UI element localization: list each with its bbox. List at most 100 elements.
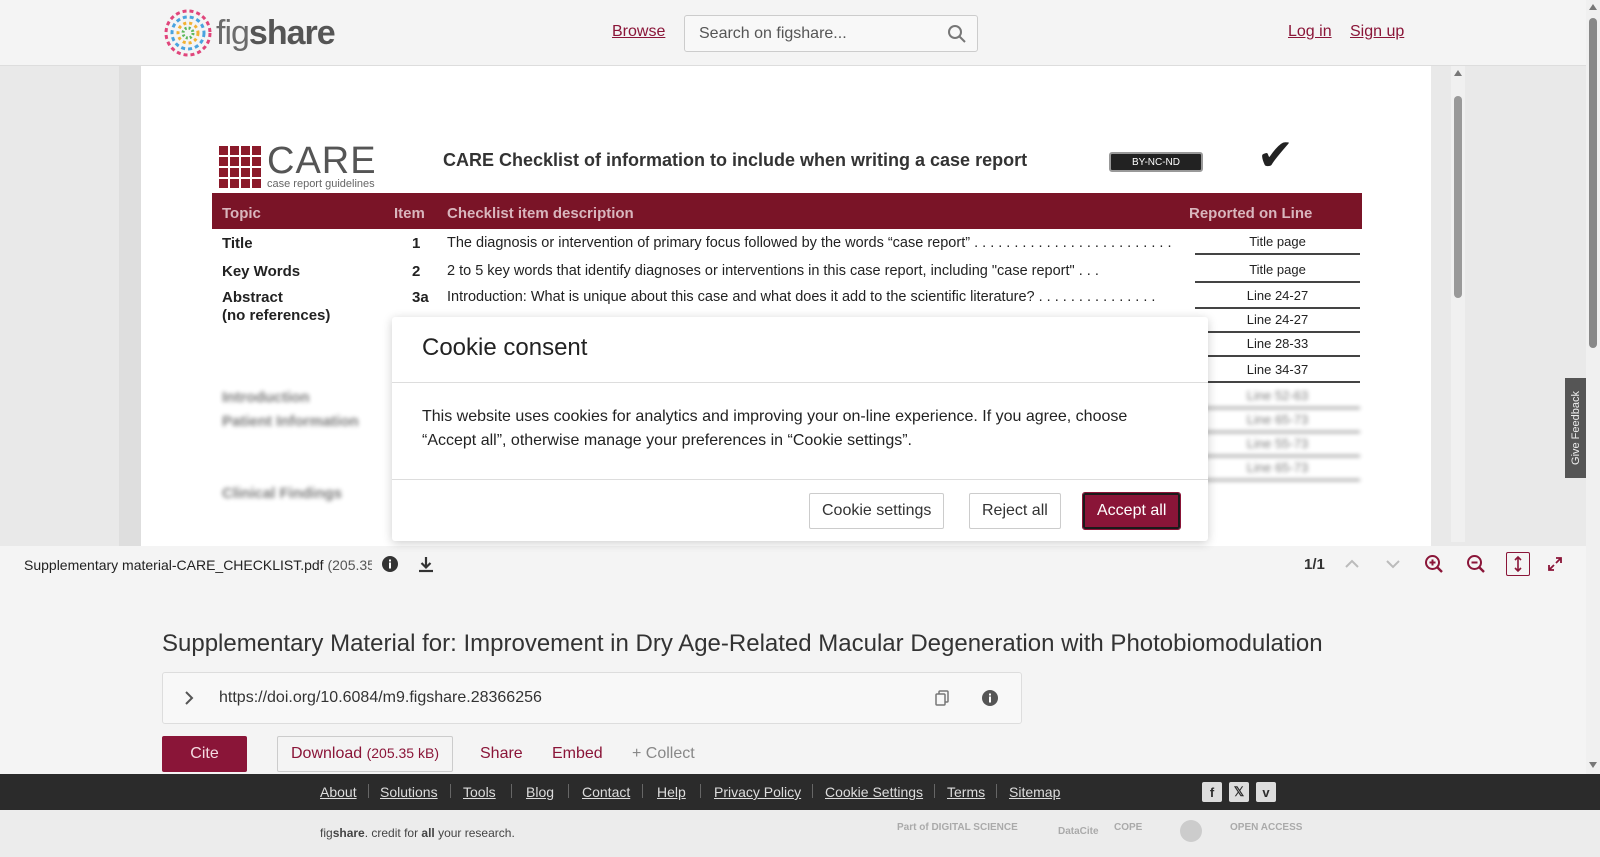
cookie-consent-dialog: Cookie consent This website uses cookies…	[392, 317, 1208, 541]
figshare-logo[interactable]: figshare	[162, 7, 336, 59]
footer-link-help[interactable]: Help	[657, 784, 686, 800]
col-topic: Topic	[222, 205, 261, 222]
doi-info-icon[interactable]	[981, 689, 999, 712]
viewer-scrollbar[interactable]	[1451, 66, 1465, 542]
row-reported: Line 65-73	[1195, 457, 1360, 481]
footer-separator	[568, 784, 569, 798]
care-word: CARE	[267, 140, 377, 182]
previous-page-icon[interactable]	[1340, 552, 1364, 576]
digital-science-logo[interactable]: Part of DIGITAL SCIENCE	[897, 822, 1018, 833]
checklist-row: Title 1 The diagnosis or intervention of…	[212, 229, 1362, 257]
share-button[interactable]: Share	[480, 745, 523, 763]
footer-link-tools[interactable]: Tools	[463, 784, 496, 800]
footer-link-contact[interactable]: Contact	[582, 784, 630, 800]
footer-link-cookie-settings[interactable]: Cookie Settings	[825, 784, 923, 800]
x-twitter-icon[interactable]: 𝕏	[1229, 782, 1249, 802]
download-icon[interactable]	[414, 552, 438, 576]
care-subtitle: case report guidelines	[267, 178, 375, 190]
cope-logo[interactable]: COPE	[1114, 822, 1142, 833]
download-size: (205.35 kB)	[366, 745, 439, 761]
signup-link[interactable]: Sign up	[1350, 23, 1404, 41]
checklist-row: Abstract 3a Introduction: What is unique…	[212, 283, 1362, 309]
search-box	[684, 15, 978, 52]
embed-button[interactable]: Embed	[552, 745, 603, 763]
footer-link-privacy[interactable]: Privacy Policy	[714, 784, 801, 800]
copy-icon[interactable]	[933, 689, 951, 712]
give-feedback-tab[interactable]: Give Feedback	[1565, 378, 1586, 478]
footer-separator	[368, 784, 369, 798]
zoom-in-icon[interactable]	[1422, 552, 1446, 576]
page-scrollbar[interactable]	[1586, 0, 1600, 774]
checklist-title: CARE Checklist of information to include…	[443, 150, 1028, 170]
row-topic: Title	[222, 235, 253, 252]
next-page-icon[interactable]	[1381, 552, 1405, 576]
search-input[interactable]	[685, 16, 925, 51]
dialog-text: This website uses cookies for analytics …	[422, 408, 1128, 449]
file-name: Supplementary material-CARE_CHECKLIST.pd…	[24, 557, 372, 573]
datacite-logo[interactable]: DataCite	[1058, 826, 1099, 837]
row-reported: Line 24-27	[1195, 309, 1360, 333]
footer-links: About Solutions Tools Blog Contact Help …	[0, 774, 1600, 810]
row-reported: Line 28-33	[1195, 333, 1360, 357]
open-access-logo[interactable]: OPEN ACCESS	[1230, 822, 1302, 833]
file-info-icon[interactable]	[378, 552, 402, 576]
row-item: 3a	[412, 289, 429, 306]
col-item: Item	[394, 205, 425, 222]
footer-bottom: figshare. credit for all your research. …	[0, 810, 1600, 857]
login-link[interactable]: Log in	[1288, 23, 1332, 41]
viewer-scroll-thumb[interactable]	[1454, 96, 1462, 298]
download-label: Download	[291, 745, 363, 762]
col-reported: Reported on Line	[1189, 205, 1313, 222]
zoom-out-icon[interactable]	[1464, 552, 1488, 576]
chevron-right-icon[interactable]	[181, 689, 197, 712]
row-topic: Key Words	[222, 263, 301, 280]
doi-box: https://doi.org/10.6084/m9.figshare.2836…	[162, 672, 1022, 724]
footer-link-sitemap[interactable]: Sitemap	[1009, 784, 1060, 800]
row-description: The diagnosis or intervention of primary…	[447, 235, 1172, 251]
page-indicator: 1/1	[1304, 556, 1325, 573]
dialog-body: This website uses cookies for analytics …	[392, 383, 1208, 480]
row-item: 2	[412, 263, 421, 280]
search-icon[interactable]	[947, 24, 967, 49]
dialog-header: Cookie consent	[392, 317, 1208, 383]
cookie-settings-button[interactable]: Cookie settings	[809, 493, 945, 529]
fullscreen-icon[interactable]	[1543, 552, 1567, 576]
facebook-icon[interactable]: f	[1202, 782, 1222, 802]
row-description: 2 to 5 key words that identify diagnoses…	[447, 263, 1099, 279]
page-scroll-thumb[interactable]	[1589, 18, 1597, 348]
viewer-toolbar: Supplementary material-CARE_CHECKLIST.pd…	[0, 546, 1586, 582]
vimeo-icon[interactable]: v	[1256, 782, 1276, 802]
collect-button[interactable]: + Collect	[632, 745, 695, 763]
checklist-header-row: Topic Item Checklist item description Re…	[212, 193, 1362, 229]
item-details: Supplementary Material for: Improvement …	[0, 582, 1586, 774]
care-logo-grid	[219, 146, 261, 188]
accept-all-button[interactable]: Accept all	[1081, 492, 1182, 530]
partner-seal-icon[interactable]	[1180, 820, 1202, 842]
browse-link[interactable]: Browse	[612, 23, 665, 41]
footer-link-blog[interactable]: Blog	[526, 784, 554, 800]
footer-link-about[interactable]: About	[320, 784, 357, 800]
download-button[interactable]: Download (205.35 kB)	[277, 736, 453, 772]
footer-link-solutions[interactable]: Solutions	[380, 784, 438, 800]
fit-height-icon[interactable]	[1506, 552, 1530, 576]
col-description: Checklist item description	[447, 205, 634, 222]
row-topic: Patient Information	[222, 413, 359, 430]
row-topic: Introduction	[222, 389, 310, 406]
checkmark-icon: ✔	[1257, 131, 1294, 180]
scroll-down-icon[interactable]	[1589, 762, 1597, 768]
scroll-up-icon[interactable]	[1589, 4, 1597, 10]
logo-text: figshare	[216, 13, 336, 52]
footer-link-terms[interactable]: Terms	[947, 784, 985, 800]
viewer-gutter	[119, 66, 141, 582]
site-header: figshare Browse Log in Sign up	[0, 0, 1586, 66]
row-reported: Line 24-27	[1195, 285, 1360, 309]
row-reported: Title page	[1195, 231, 1360, 255]
cite-button[interactable]: Cite	[162, 736, 247, 772]
doi-link[interactable]: https://doi.org/10.6084/m9.figshare.2836…	[219, 689, 542, 707]
footer-separator	[996, 784, 997, 798]
reject-all-button[interactable]: Reject all	[969, 493, 1061, 529]
scroll-up-arrow-icon[interactable]	[1454, 70, 1462, 76]
checklist-row: Key Words 2 2 to 5 key words that identi…	[212, 257, 1362, 283]
care-logo: CARE case report guidelines	[219, 140, 377, 190]
row-reported: Line 52-63	[1195, 385, 1360, 409]
